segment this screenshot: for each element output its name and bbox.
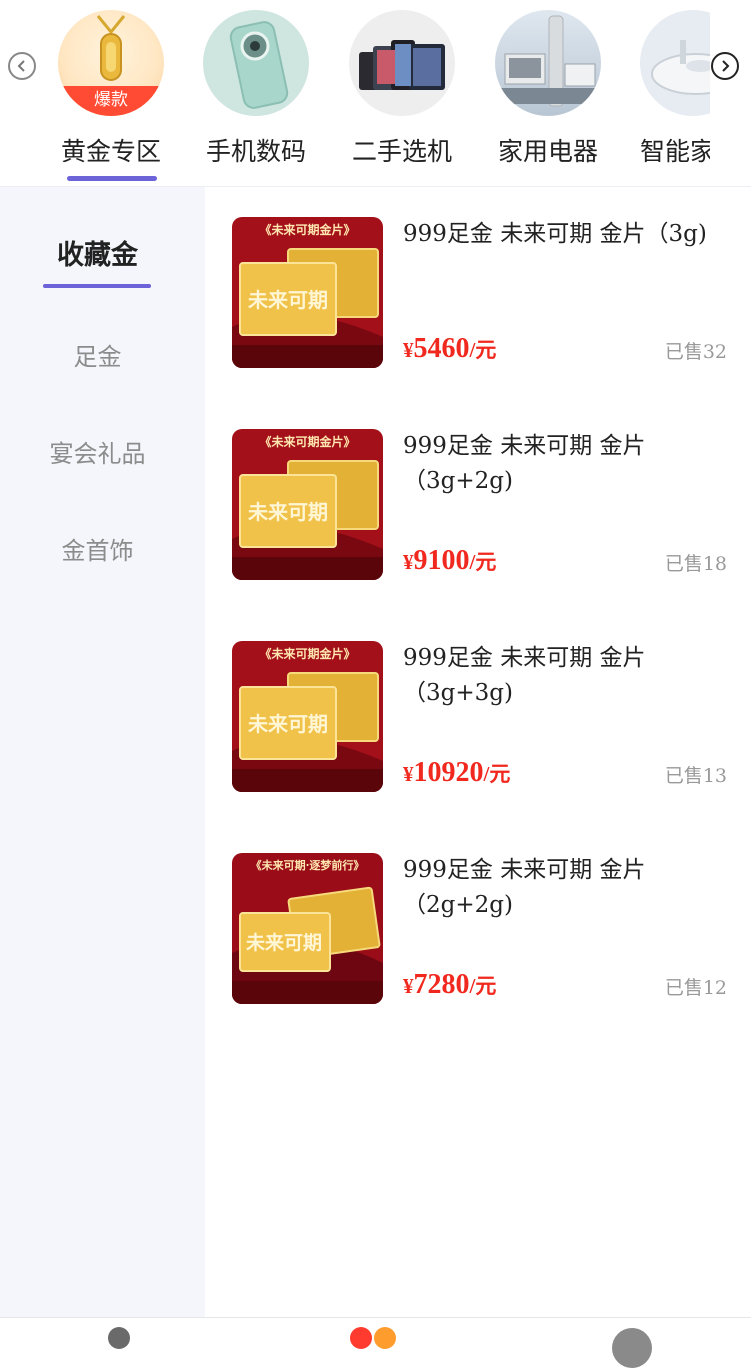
sidebar: 收藏金 足金 宴会礼品 金首饰	[0, 187, 205, 1317]
category-label: 智能家	[640, 137, 710, 166]
category-label: 家用电器	[497, 137, 598, 166]
product-title[interactable]: 999足金 未来可期 金片（3g)	[403, 217, 733, 252]
chevron-left-icon	[17, 60, 25, 72]
scroll-right-button[interactable]	[711, 52, 739, 80]
appliance-image	[495, 10, 601, 116]
product-title[interactable]: 999足金 未来可期 金片（3g+3g)	[403, 641, 733, 711]
product-card[interactable]: 未来可期 《未来可期金片》 999足金 未来可期 金片（3g+3g) ¥1092…	[205, 611, 751, 801]
svg-text:未来可期: 未来可期	[248, 712, 328, 736]
devices-image	[349, 10, 455, 116]
price-symbol: ¥	[403, 974, 414, 998]
product-image-banner: 《未来可期金片》	[259, 647, 356, 661]
svg-text:未来可期: 未来可期	[248, 500, 328, 524]
price-symbol: ¥	[403, 550, 414, 574]
sidebar-item-banquet-gifts[interactable]: 宴会礼品	[0, 434, 195, 469]
category-label: 二手选机	[351, 137, 452, 166]
product-image[interactable]: 未来可期 《未来可期·逐梦前行》	[232, 853, 383, 1004]
product-card[interactable]: 未来可期 《未来可期金片》 999足金 未来可期 金片（3g) ¥5460/元 …	[205, 187, 751, 377]
product-price: ¥10920/元	[403, 757, 510, 789]
sidebar-item-collectible-gold[interactable]: 收藏金	[0, 233, 195, 272]
sidebar-item-label: 足金	[73, 343, 122, 371]
price-unit: /元	[469, 550, 497, 574]
product-card[interactable]: 未来可期 《未来可期金片》 999足金 未来可期 金片（3g+2g) ¥9100…	[205, 399, 751, 589]
price-value: 5460	[413, 333, 470, 364]
scroll-left-button[interactable]	[8, 52, 36, 80]
category-tab-icon[interactable]	[350, 1327, 372, 1349]
active-sidebar-indicator	[43, 284, 151, 288]
product-image[interactable]: 未来可期 《未来可期金片》	[232, 217, 383, 368]
svg-text:未来可期: 未来可期	[248, 288, 328, 312]
sold-count: 已售12	[664, 977, 727, 999]
product-list: 未来可期 《未来可期金片》 999足金 未来可期 金片（3g) ¥5460/元 …	[205, 187, 751, 1317]
category-item-gold[interactable]: 爆款 黄金专区	[57, 10, 165, 186]
svg-text:未来可期: 未来可期	[245, 931, 322, 954]
product-price: ¥7280/元	[403, 969, 496, 1001]
sold-count: 已售32	[664, 341, 727, 363]
chevron-right-icon	[722, 60, 730, 72]
sidebar-item-gold-jewelry[interactable]: 金首饰	[0, 531, 195, 566]
product-image[interactable]: 未来可期 《未来可期金片》	[232, 429, 383, 580]
hot-badge: 爆款	[58, 86, 164, 116]
product-price: ¥5460/元	[403, 333, 496, 365]
product-image-banner: 《未来可期金片》	[259, 223, 356, 237]
sidebar-item-label: 金首饰	[61, 537, 134, 565]
category-item-appliances[interactable]: 家用电器	[494, 10, 602, 186]
category-item-phones[interactable]: 手机数码	[202, 10, 310, 186]
product-title[interactable]: 999足金 未来可期 金片（3g+2g)	[403, 429, 733, 499]
price-value: 9100	[413, 545, 470, 576]
category-label: 黄金专区	[60, 137, 161, 166]
price-value: 10920	[413, 757, 484, 788]
product-card[interactable]: 未来可期 《未来可期·逐梦前行》 999足金 未来可期 金片（2g+2g) ¥7…	[205, 823, 751, 1013]
product-image-banner: 《未来可期金片》	[259, 435, 356, 449]
sidebar-item-label: 收藏金	[57, 240, 138, 271]
phone-image	[203, 10, 309, 116]
home-tab-icon[interactable]	[108, 1327, 130, 1349]
sold-count: 已售13	[664, 765, 727, 787]
product-price: ¥9100/元	[403, 545, 496, 577]
robot-vacuum-image	[640, 10, 710, 116]
product-image[interactable]: 未来可期 《未来可期金片》	[232, 641, 383, 792]
price-unit: /元	[469, 974, 497, 998]
price-value: 7280	[413, 969, 470, 1000]
price-symbol: ¥	[403, 762, 414, 786]
category-item-smart-home[interactable]: 智能家	[640, 10, 710, 186]
cart-tab-icon[interactable]	[374, 1327, 396, 1349]
price-unit: /元	[469, 338, 497, 362]
sidebar-item-label: 宴会礼品	[49, 440, 146, 468]
active-category-indicator	[67, 176, 157, 181]
category-item-used[interactable]: 二手选机	[348, 10, 456, 186]
price-unit: /元	[483, 762, 511, 786]
category-strip: 爆款 黄金专区 手机数码 二手选机 家用电器 智能家	[0, 0, 751, 187]
gold-pendant-image: 爆款	[58, 10, 164, 116]
bottom-tab-bar	[0, 1317, 751, 1368]
profile-tab-icon[interactable]	[612, 1328, 652, 1368]
sidebar-item-pure-gold[interactable]: 足金	[0, 337, 195, 372]
category-label: 手机数码	[205, 137, 306, 166]
price-symbol: ¥	[403, 338, 414, 362]
product-image-banner: 《未来可期·逐梦前行》	[250, 859, 365, 872]
sold-count: 已售18	[664, 553, 727, 575]
product-title[interactable]: 999足金 未来可期 金片（2g+2g)	[403, 853, 733, 923]
